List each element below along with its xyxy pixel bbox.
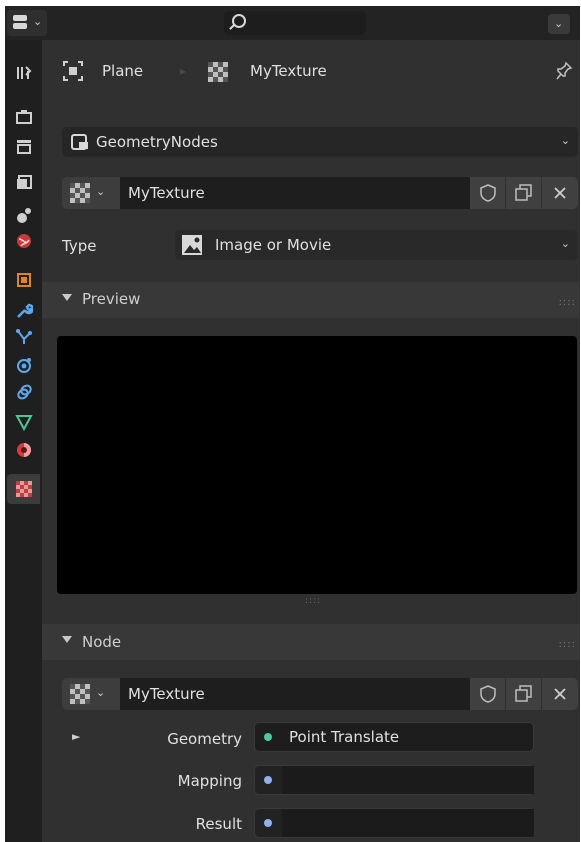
physics-icon [16, 358, 31, 373]
texture-preview [57, 336, 577, 594]
tab-physics[interactable] [7, 350, 40, 380]
duplicate-icon [514, 184, 532, 201]
world-icon [16, 234, 31, 248]
shield-icon [479, 685, 496, 703]
texture-datablock: ⌄ MyTexture [62, 177, 578, 209]
drag-handle-icon[interactable]: :::: [559, 639, 576, 650]
properties-editor-icon [13, 15, 27, 29]
texture-name: MyTexture [128, 184, 205, 202]
input-label-geometry: Geometry [167, 730, 242, 748]
texture-icon [208, 62, 228, 82]
shield-icon [479, 184, 496, 202]
mesh-data-icon [14, 415, 33, 431]
tab-world[interactable] [7, 226, 40, 256]
wrench-icon [16, 303, 33, 318]
type-select[interactable]: Image or Movie ⌄ [175, 230, 578, 260]
breadcrumb-separator-icon: ▸ [180, 64, 187, 78]
unlink-button[interactable] [542, 177, 578, 209]
properties-tabs [5, 40, 42, 842]
chevron-down-icon: ⌄ [96, 185, 106, 198]
tab-texture[interactable] [7, 474, 40, 504]
object-icon [63, 61, 83, 81]
properties-editor: ⌄ ⌄ Plane ▸ MyTexture GeometryNodes ⌄ ⌄ … [5, 6, 580, 842]
geometry-input-field[interactable]: Point Translate [254, 722, 534, 752]
node-texture-datablock: ⌄ MyTexture [62, 678, 578, 710]
mapping-value-box [282, 766, 534, 794]
node-tree-icon [71, 134, 88, 150]
options-dropdown[interactable]: ⌄ [548, 14, 570, 34]
texture-browse-button[interactable]: ⌄ [62, 177, 120, 209]
tab-material[interactable] [7, 435, 40, 465]
breadcrumb: Plane ▸ MyTexture [42, 40, 580, 98]
type-label: Type [62, 237, 97, 255]
breadcrumb-texture: MyTexture [250, 62, 327, 80]
node-duplicate-button[interactable] [506, 678, 541, 710]
search-icon [232, 14, 246, 28]
tab-tool[interactable] [7, 58, 40, 88]
editor-type-button[interactable]: ⌄ [7, 10, 47, 36]
collapse-triangle-icon [62, 636, 72, 643]
tab-render[interactable] [7, 102, 40, 132]
socket-dot-icon [264, 733, 272, 741]
mapping-input-field[interactable] [254, 765, 534, 795]
chevron-down-icon: ⌄ [560, 237, 570, 250]
tab-data[interactable] [7, 407, 40, 437]
geometry-input-value: Point Translate [289, 728, 400, 746]
modifier-select[interactable]: GeometryNodes ⌄ [62, 127, 578, 157]
scene-icon [16, 208, 31, 223]
close-icon [554, 187, 566, 199]
object-icon [16, 273, 31, 287]
texture-properties: Plane ▸ MyTexture GeometryNodes ⌄ ⌄ MyTe… [42, 40, 580, 842]
preview-resize-handle-icon[interactable]: :::: [305, 596, 321, 606]
render-icon [15, 110, 32, 124]
socket-dot-icon [264, 776, 272, 784]
input-label-result: Result [195, 815, 242, 833]
modifier-select-value: GeometryNodes [96, 133, 218, 151]
node-texture-name: MyTexture [128, 685, 205, 703]
socket-dot-icon [264, 819, 272, 827]
editor-header: ⌄ ⌄ [5, 6, 580, 40]
image-icon [182, 235, 202, 255]
tab-particles[interactable] [7, 322, 40, 352]
node-unlink-button[interactable] [542, 678, 578, 710]
tool-icon [16, 66, 31, 79]
texture-name-field[interactable]: MyTexture [120, 177, 470, 209]
close-icon [554, 688, 566, 700]
chevron-down-icon: ⌄ [560, 134, 570, 147]
texture-icon [15, 481, 32, 497]
tab-view-layer[interactable] [7, 168, 40, 198]
particles-icon [15, 329, 32, 344]
fake-user-button[interactable] [470, 177, 505, 209]
duplicate-button[interactable] [506, 177, 541, 209]
texture-icon [70, 684, 90, 704]
search-input[interactable] [224, 11, 366, 35]
preview-panel-title: Preview [82, 290, 141, 308]
breadcrumb-object: Plane [102, 62, 144, 80]
chevron-down-icon: ⌄ [96, 686, 106, 699]
drag-handle-icon[interactable]: :::: [559, 297, 576, 308]
material-icon [16, 443, 31, 457]
node-fake-user-button[interactable] [470, 678, 505, 710]
result-value-box [282, 809, 534, 837]
output-icon [16, 140, 31, 154]
input-label-mapping: Mapping [177, 772, 242, 790]
view-layer-icon [16, 175, 32, 189]
result-input-field[interactable] [254, 808, 534, 838]
node-texture-browse-button[interactable]: ⌄ [62, 678, 120, 710]
node-panel-title: Node [82, 633, 122, 651]
pin-icon[interactable] [555, 61, 573, 81]
type-select-value: Image or Movie [215, 236, 332, 254]
tab-constraints[interactable] [7, 377, 40, 407]
constraints-icon [16, 384, 32, 400]
node-panel-header[interactable]: Node :::: [42, 624, 580, 660]
texture-icon [70, 183, 90, 203]
collapse-triangle-icon [62, 294, 72, 301]
chevron-down-icon: ⌄ [33, 15, 43, 28]
preview-panel-header[interactable]: Preview :::: [42, 282, 580, 318]
tab-object[interactable] [7, 265, 40, 295]
chevron-down-icon: ⌄ [554, 17, 564, 30]
duplicate-icon [514, 685, 532, 702]
node-texture-name-field[interactable]: MyTexture [120, 678, 470, 710]
tab-output[interactable] [7, 131, 40, 161]
